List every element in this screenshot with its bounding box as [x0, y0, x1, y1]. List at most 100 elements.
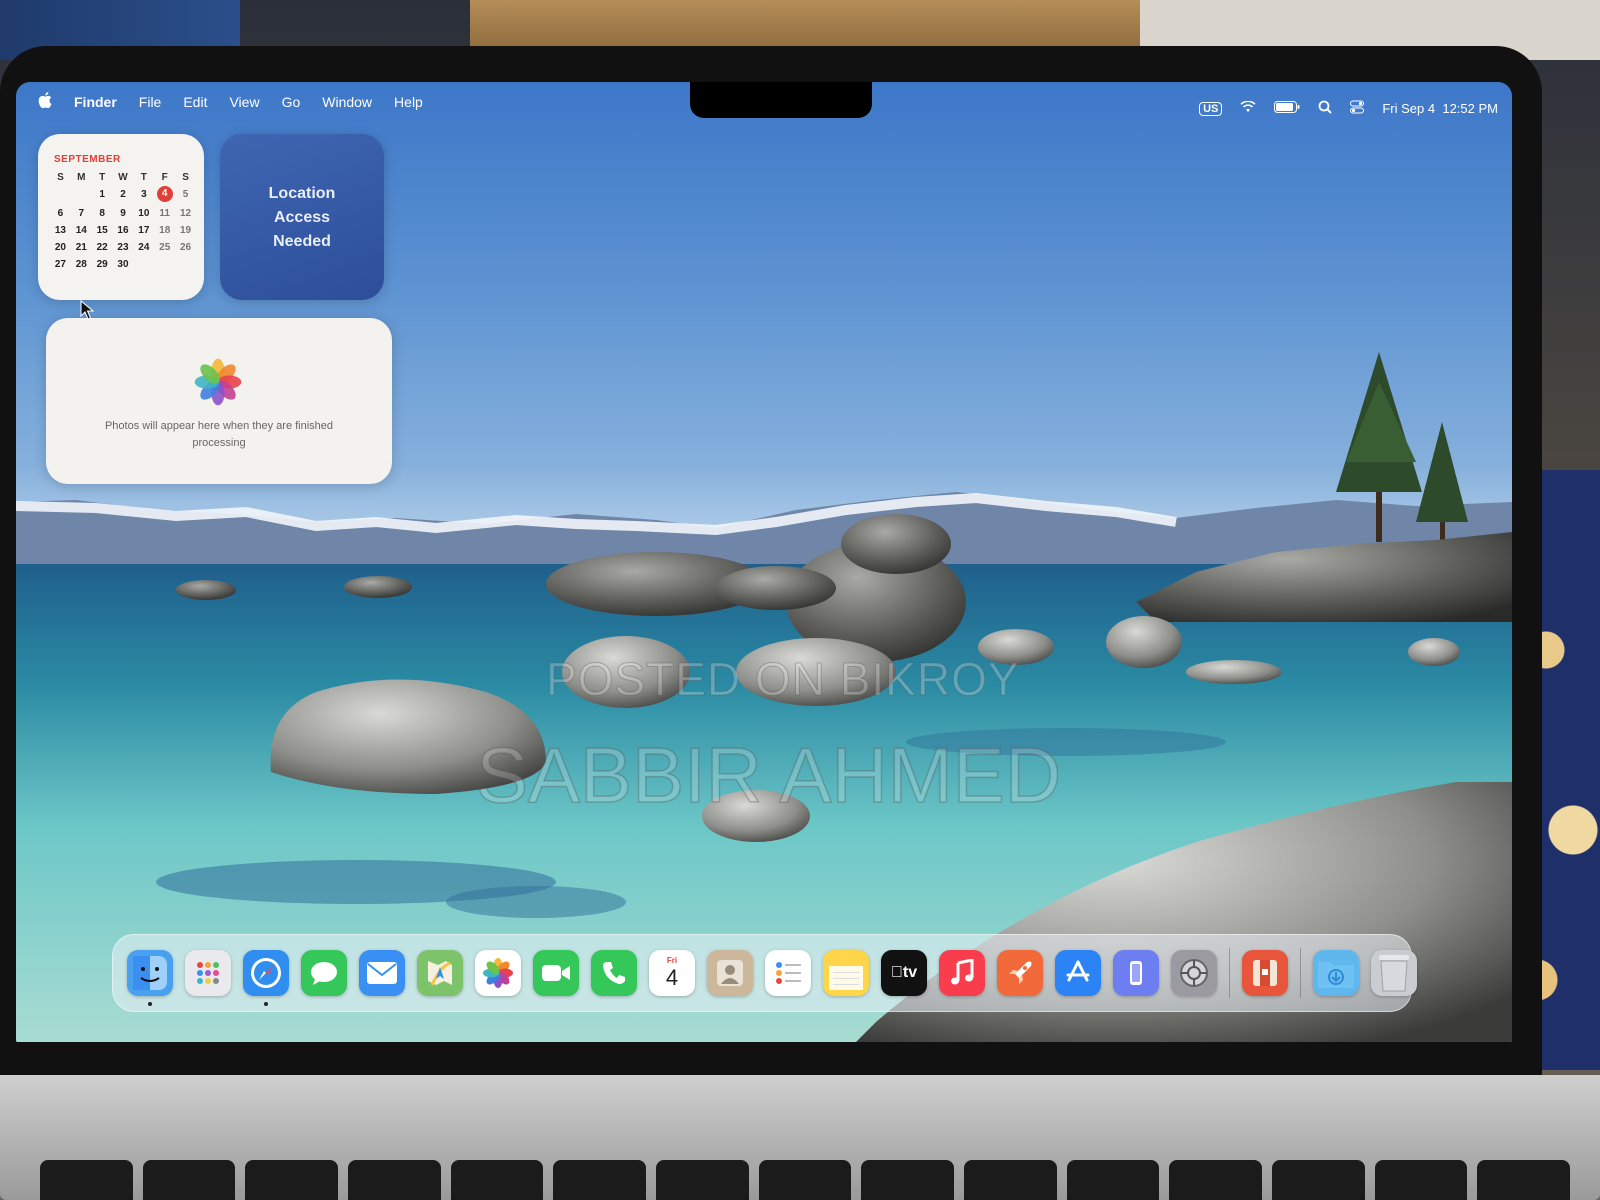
calendar-day: 28 — [75, 259, 87, 270]
location-access-message: Location Access Needed — [220, 182, 384, 254]
phone-icon[interactable] — [591, 950, 637, 996]
tv-icon[interactable]: tv — [881, 950, 927, 996]
menubar-clock[interactable]: Fri Sep 4 12:52 PM — [1382, 101, 1498, 116]
maps-icon[interactable] — [417, 950, 463, 996]
music-icon[interactable] — [939, 950, 985, 996]
menubar-date: Fri Sep 4 — [1382, 101, 1436, 116]
launchpad-icon[interactable] — [185, 950, 231, 996]
calendar-day: 29 — [96, 259, 108, 270]
calendar-day: 7 — [78, 208, 85, 219]
watermark-line2: SABBIR AHMED — [475, 730, 1062, 820]
calendar-day: 6 — [57, 208, 64, 219]
calendar-icon[interactable]: Fri 4 — [649, 950, 695, 996]
calendar-widget[interactable]: SEPTEMBER S M T W T F S 1 2 3 4 5 6 7 8 9 10 11 12 13 14 15 16… — [38, 134, 204, 300]
calendar-day: 19 — [180, 225, 192, 236]
menu-go[interactable]: Go — [282, 94, 301, 110]
rocket-icon[interactable] — [997, 950, 1043, 996]
calendar-empty-cell — [71, 189, 92, 202]
control-center-icon[interactable] — [1350, 100, 1365, 117]
calendar-day: 21 — [75, 242, 87, 253]
calendar-day: 18 — [159, 225, 171, 236]
calendar-day: 12 — [180, 208, 192, 219]
tv-icon-label: tv — [891, 964, 917, 981]
location-message-line2: Access — [273, 209, 331, 226]
calendar-day: 27 — [54, 259, 66, 270]
background-box — [470, 0, 1140, 52]
calendar-weekday-label: T — [99, 172, 106, 183]
calendar-weekday-label: S — [182, 172, 189, 183]
system-settings-icon[interactable] — [1171, 950, 1217, 996]
dock-separator — [1229, 948, 1230, 998]
downloads-folder-icon[interactable] — [1313, 950, 1359, 996]
mail-icon[interactable] — [359, 950, 405, 996]
battery-icon[interactable] — [1274, 101, 1300, 116]
wifi-icon[interactable] — [1240, 100, 1256, 116]
calendar-day: 13 — [54, 225, 66, 236]
archive-utility-icon[interactable] — [1242, 950, 1288, 996]
notes-icon[interactable] — [823, 950, 869, 996]
weather-widget[interactable]: Location Access Needed — [220, 134, 384, 300]
dock-separator — [1300, 948, 1301, 998]
calendar-day: 30 — [117, 259, 129, 270]
calendar-day: 14 — [75, 225, 87, 236]
camera-notch — [690, 82, 872, 118]
calendar-day: 2 — [120, 189, 126, 200]
keyboard-function-row — [40, 1160, 1571, 1200]
location-message-line3: Needed — [273, 233, 331, 250]
calendar-icon-date: 4 — [665, 965, 679, 990]
calendar-day: 20 — [54, 242, 66, 253]
calendar-weekday-label: M — [77, 172, 86, 183]
menu-help[interactable]: Help — [394, 94, 423, 110]
calendar-weekday-label: F — [161, 172, 168, 183]
calendar-day: 10 — [138, 208, 150, 219]
menu-file[interactable]: File — [139, 94, 162, 110]
watermark-line1: POSTED ON BIKROY — [546, 653, 1020, 706]
facetime-icon[interactable] — [533, 950, 579, 996]
calendar-day: 8 — [99, 208, 105, 219]
calendar-empty-cell — [50, 189, 71, 202]
messages-icon[interactable] — [301, 950, 347, 996]
safari-icon[interactable] — [243, 950, 289, 1006]
calendar-day: 16 — [117, 225, 129, 236]
menu-app-name[interactable]: Finder — [74, 94, 117, 110]
menu-window[interactable]: Window — [322, 94, 372, 110]
calendar-today-marker: 4 — [156, 186, 173, 202]
location-message-line1: Location — [268, 185, 336, 202]
calendar-weekday-label: T — [140, 172, 147, 183]
calendar-day: 3 — [141, 189, 147, 200]
iphone-mirroring-icon[interactable] — [1113, 950, 1159, 996]
contacts-icon[interactable] — [707, 950, 753, 996]
menubar-time: 12:52 PM — [1442, 101, 1498, 116]
input-source-menu[interactable]: US — [1199, 101, 1223, 116]
calendar-day: 15 — [96, 225, 108, 236]
reminders-icon[interactable] — [765, 950, 811, 996]
trash-icon[interactable] — [1371, 950, 1417, 996]
calendar-day: 11 — [159, 208, 170, 219]
menu-view[interactable]: View — [229, 94, 259, 110]
calendar-today: 4 — [154, 186, 175, 202]
finder-icon[interactable] — [127, 950, 173, 1006]
calendar-day: 24 — [138, 242, 150, 253]
photos-widget[interactable]: Photos will appear here when they are fi… — [46, 318, 392, 484]
apple-menu-icon[interactable] — [38, 92, 52, 111]
menu-edit[interactable]: Edit — [183, 94, 207, 110]
calendar-weekday-label: W — [118, 172, 128, 183]
calendar-day: 1 — [99, 189, 105, 200]
photos-processing-message: Photos will appear here when they are fi… — [104, 420, 334, 449]
photos-flower-icon — [194, 358, 242, 406]
running-indicator — [264, 1002, 268, 1006]
calendar-day: 9 — [120, 208, 126, 219]
calendar-day: 22 — [96, 242, 108, 253]
dock: Fri4 tv — [112, 934, 1417, 1012]
photos-icon[interactable] — [475, 950, 521, 996]
calendar-day: 25 — [159, 242, 171, 253]
calendar-day: 26 — [180, 242, 192, 253]
calendar-day: 17 — [138, 225, 150, 236]
spotlight-search-icon[interactable] — [1318, 100, 1333, 117]
calendar-day: 23 — [117, 242, 129, 253]
calendar-month-label: SEPTEMBER — [54, 154, 121, 165]
calendar-day: 5 — [182, 189, 189, 200]
calendar-weekday-label: S — [57, 172, 64, 183]
running-indicator — [148, 1002, 152, 1006]
app-store-icon[interactable] — [1055, 950, 1101, 996]
